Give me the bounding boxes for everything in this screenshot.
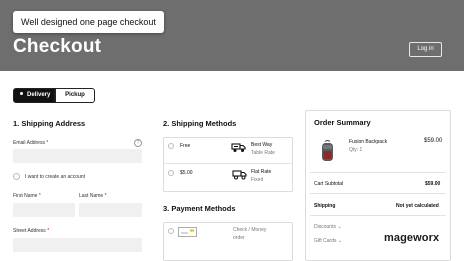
divider [310, 193, 446, 194]
required-mark: * [47, 228, 50, 234]
required-mark: * [46, 140, 49, 146]
required-mark: * [104, 193, 107, 199]
help-icon[interactable]: ? [134, 139, 142, 147]
first-name-field[interactable] [13, 203, 75, 217]
order-summary-title: Order Summary [314, 118, 371, 127]
gift-cards-label: Gift Cards [314, 238, 337, 244]
gift-cards-toggle[interactable]: Gift Cards ⌄ [314, 238, 342, 244]
shipping-option-method: Table Rate [251, 150, 275, 156]
item-name: Fusion Backpack [349, 139, 388, 145]
chevron-down-icon: ⌄ [337, 238, 343, 244]
brand-logo: mageworx [384, 232, 440, 244]
shipping-option-method: Fixed [251, 177, 264, 183]
page-title: Checkout [13, 36, 102, 57]
selected-dot-icon [20, 92, 23, 95]
last-name-label-text: Last Name [79, 193, 104, 199]
discounts-label: Discounts [314, 224, 336, 230]
pickup-toggle[interactable]: Pickup [55, 88, 95, 103]
street-label-text: Street Address [13, 228, 46, 234]
email-label-text: Email Address [13, 140, 45, 146]
shipping-label: Shipping [314, 203, 336, 209]
payment-option-line1: Check / Money [233, 227, 267, 233]
delivery-label: Delivery [27, 92, 51, 98]
delivery-toggle[interactable]: Delivery [13, 88, 55, 103]
cart-subtotal-value: $59.00 [425, 181, 441, 187]
login-button[interactable]: Log in [409, 42, 442, 57]
payment-option-radio[interactable] [168, 228, 174, 234]
shipping-option-radio[interactable] [168, 143, 174, 149]
shipping-option-radio[interactable] [168, 170, 174, 176]
create-account-label: I want to create an account [25, 174, 86, 180]
check-icon [178, 227, 197, 237]
truck-icon [232, 170, 247, 180]
divider [310, 172, 446, 173]
shipping-value: Not yet calculated [396, 203, 439, 209]
payment-option-line2: order [233, 235, 245, 241]
last-name-label: Last Name * [79, 193, 107, 199]
street-field[interactable] [13, 238, 142, 252]
shipping-option-price: $5.00 [180, 170, 193, 176]
shipping-option-carrier: Flat Rate [251, 169, 272, 175]
divider [310, 215, 446, 216]
email-field[interactable] [13, 149, 142, 163]
caption-banner: Well designed one page checkout [13, 11, 164, 33]
delivery-truck-icon [231, 143, 246, 152]
item-qty: Qty: 1 [349, 147, 363, 153]
shipping-option-carrier: Best Way [251, 142, 273, 148]
discounts-toggle[interactable]: Discounts ⌄ [314, 224, 342, 230]
payment-methods-title: 3. Payment Methods [163, 204, 236, 213]
first-name-label: First Name * [13, 193, 41, 199]
shipping-option-price: Free [180, 143, 191, 149]
email-label: Email Address * [13, 140, 48, 146]
shipping-methods-title: 2. Shipping Methods [163, 119, 237, 128]
required-mark: * [38, 193, 41, 199]
create-account-checkbox[interactable] [13, 173, 20, 180]
backpack-image [322, 140, 333, 161]
divider [164, 163, 292, 164]
street-label: Street Address * [13, 228, 49, 234]
cart-subtotal-label: Cart Subtotal [314, 181, 344, 187]
first-name-label-text: First Name [13, 193, 38, 199]
last-name-field[interactable] [79, 203, 142, 217]
shipping-address-title: 1. Shipping Address [13, 119, 86, 128]
chevron-down-icon: ⌄ [337, 224, 342, 230]
item-price: $59.00 [424, 138, 443, 144]
